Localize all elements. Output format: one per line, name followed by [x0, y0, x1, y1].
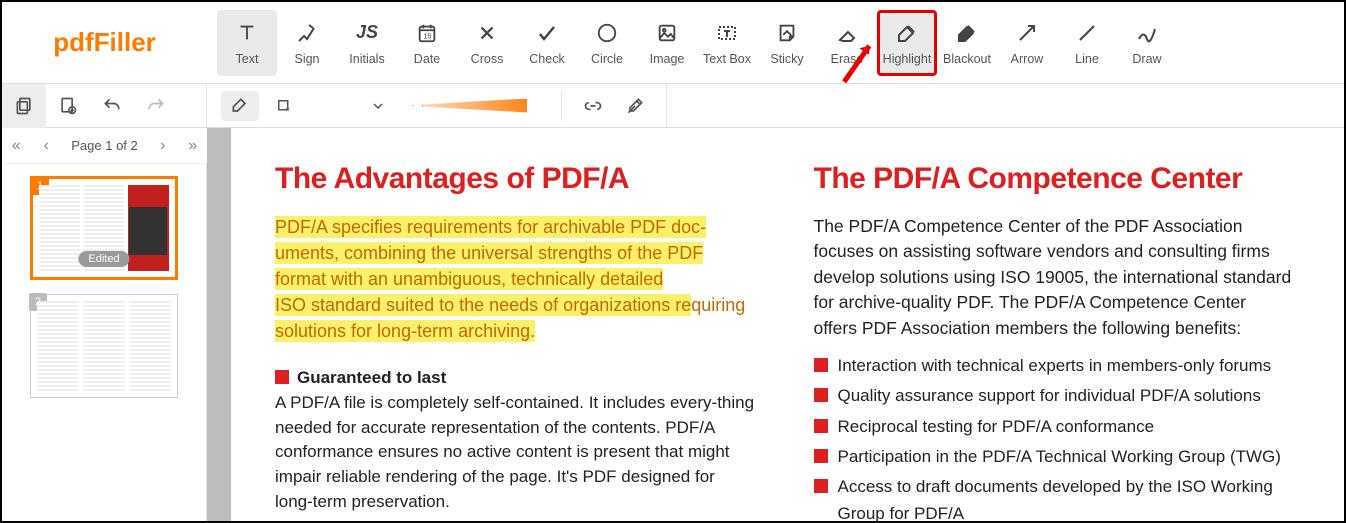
heading-advantages: The Advantages of PDF/A: [275, 162, 756, 196]
textbox-icon: [714, 20, 740, 46]
benefits-list: Interaction with technical experts in me…: [814, 353, 1295, 521]
tool-textbox-label: Text Box: [703, 52, 751, 66]
heading-competence: The PDF/A Competence Center: [814, 162, 1295, 196]
blackout-icon: [954, 20, 980, 46]
tool-line-label: Line: [1075, 52, 1099, 66]
list-item: Reciprocal testing for PDF/A conformance: [838, 414, 1155, 440]
tool-textbox[interactable]: Text Box: [697, 10, 757, 76]
tool-highlight-label: Highlight: [883, 52, 932, 66]
tool-draw-label: Draw: [1132, 52, 1161, 66]
bullet-square-icon: [814, 479, 828, 493]
line-icon: [1074, 20, 1100, 46]
draw-icon: [1134, 20, 1160, 46]
tool-cross[interactable]: Cross: [457, 10, 517, 76]
next-page-button[interactable]: ›: [150, 133, 176, 159]
calendar-icon: 15: [414, 20, 440, 46]
highlighter-color-button[interactable]: [221, 91, 259, 121]
bullet-square-icon: [814, 419, 828, 433]
bullet-square-icon: [814, 358, 828, 372]
sub-toolbar: ×: [2, 84, 1344, 128]
tool-arrow[interactable]: Arrow: [997, 10, 1057, 76]
section-body-guaranteed: A PDF/A file is completely self-containe…: [275, 393, 754, 511]
tool-text-label: Text: [236, 52, 259, 66]
arrow-icon: [1014, 20, 1040, 46]
delete-highlight-button[interactable]: ×: [267, 91, 301, 121]
circle-icon: [594, 20, 620, 46]
thickness-dropdown[interactable]: [309, 91, 389, 121]
bullet-square-icon: [814, 388, 828, 402]
page-indicator: Page 1 of 2: [63, 138, 146, 153]
list-item: Access to draft documents developed by t…: [838, 474, 1295, 521]
link-button[interactable]: [576, 91, 610, 121]
tool-blackout[interactable]: Blackout: [937, 10, 997, 76]
page-settings-button[interactable]: [46, 84, 90, 128]
tool-draw[interactable]: Draw: [1117, 10, 1177, 76]
tool-line[interactable]: Line: [1057, 10, 1117, 76]
sticky-icon: [774, 20, 800, 46]
list-item: Quality assurance support for individual…: [838, 383, 1261, 409]
page-content: The Advantages of PDF/A PDF/A specifies …: [231, 128, 1344, 521]
first-page-button[interactable]: «: [3, 133, 29, 159]
pages-panel-button[interactable]: [2, 84, 46, 128]
erase-icon: [834, 20, 860, 46]
logo: pdfFiller: [2, 27, 207, 58]
check-icon: [534, 20, 560, 46]
thumbnail-page-2[interactable]: 2: [30, 294, 178, 398]
eyedropper-button[interactable]: [618, 91, 652, 121]
list-item: Interaction with technical experts in me…: [838, 353, 1272, 379]
highlighted-text[interactable]: PDF/A specifies requirements for archiva…: [275, 216, 706, 238]
tool-initials-label: Initials: [349, 52, 384, 66]
intro-right: The PDF/A Competence Center of the PDF A…: [814, 214, 1295, 341]
sidebar: « ‹ Page 1 of 2 › » 1 Edited 2: [2, 128, 207, 521]
tool-check-label: Check: [529, 52, 564, 66]
text-icon: [234, 20, 260, 46]
list-item: Participation in the PDF/A Technical Wor…: [838, 444, 1281, 470]
tool-sticky[interactable]: Sticky: [757, 10, 817, 76]
tool-circle-label: Circle: [591, 52, 623, 66]
image-icon: [654, 20, 680, 46]
thumbnail-page-1[interactable]: 1 Edited: [30, 176, 178, 280]
tool-date[interactable]: 15 Date: [397, 10, 457, 76]
sign-icon: [294, 20, 320, 46]
tool-sticky-label: Sticky: [770, 52, 803, 66]
opacity-slider[interactable]: [407, 99, 527, 113]
tool-sign-label: Sign: [294, 52, 319, 66]
last-page-button[interactable]: »: [180, 133, 206, 159]
tool-check[interactable]: Check: [517, 10, 577, 76]
svg-text:15: 15: [423, 31, 431, 40]
tool-blackout-label: Blackout: [943, 52, 991, 66]
main-toolbar: pdfFiller Text Sign JS Initials 15 Date …: [2, 2, 1344, 84]
slider-knob[interactable]: [413, 95, 423, 117]
edited-badge: Edited: [78, 251, 129, 267]
cross-icon: [474, 20, 500, 46]
tool-image-label: Image: [650, 52, 685, 66]
redo-button[interactable]: [134, 84, 178, 128]
prev-page-button[interactable]: ‹: [33, 133, 59, 159]
section-title-guaranteed: Guaranteed to last: [297, 368, 446, 387]
svg-text:×: ×: [286, 105, 290, 114]
tool-date-label: Date: [414, 52, 440, 66]
tool-text[interactable]: Text: [217, 10, 277, 76]
highlight-icon: [894, 20, 920, 46]
tool-cross-label: Cross: [471, 52, 504, 66]
document-canvas[interactable]: The Advantages of PDF/A PDF/A specifies …: [207, 128, 1344, 521]
intro-left: PDF/A specifies requirements for archiva…: [275, 214, 756, 344]
bullet-square-icon: [275, 370, 289, 384]
page-navigator: « ‹ Page 1 of 2 › »: [2, 128, 207, 164]
tool-circle[interactable]: Circle: [577, 10, 637, 76]
tool-sign[interactable]: Sign: [277, 10, 337, 76]
tool-arrow-label: Arrow: [1011, 52, 1044, 66]
bullet-square-icon: [814, 449, 828, 463]
undo-button[interactable]: [90, 84, 134, 128]
tool-image[interactable]: Image: [637, 10, 697, 76]
initials-icon: JS: [354, 20, 380, 46]
tool-initials[interactable]: JS Initials: [337, 10, 397, 76]
